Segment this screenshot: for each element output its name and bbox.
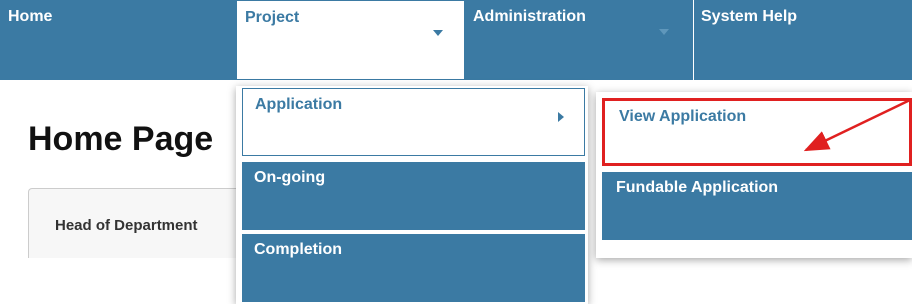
menu-item-application[interactable]: Application [242,88,585,156]
tab-head-of-department[interactable]: Head of Department [28,188,268,258]
menu-item-label: Completion [254,241,342,258]
project-dropdown-menu: Application On-going Completion [236,86,588,304]
nav-home[interactable]: Home [0,0,236,80]
nav-system-help[interactable]: System Help [693,0,912,80]
nav-project[interactable]: Project [236,0,465,80]
menu-item-label: Application [255,96,343,113]
menu-item-completion[interactable]: Completion [242,234,585,302]
menu-item-label: On-going [254,169,326,186]
page-title: Home Page [28,120,214,158]
chevron-right-icon [558,112,564,122]
top-navbar: Home Project Administration System Help [0,0,912,80]
tab-label: Head of Department [55,217,198,234]
menu-item-label: Fundable Application [616,179,779,196]
chevron-down-icon [433,30,443,36]
menu-item-fundable-application[interactable]: Fundable Application [602,172,912,240]
menu-item-view-application[interactable]: View Application [602,98,912,166]
nav-project-label: Project [245,9,300,26]
chevron-down-icon [659,29,669,35]
menu-item-on-going[interactable]: On-going [242,162,585,230]
nav-administration-label: Administration [473,8,586,25]
application-submenu: View Application Fundable Application [596,92,912,258]
menu-item-label: View Application [619,108,747,125]
nav-administration[interactable]: Administration [465,0,693,80]
